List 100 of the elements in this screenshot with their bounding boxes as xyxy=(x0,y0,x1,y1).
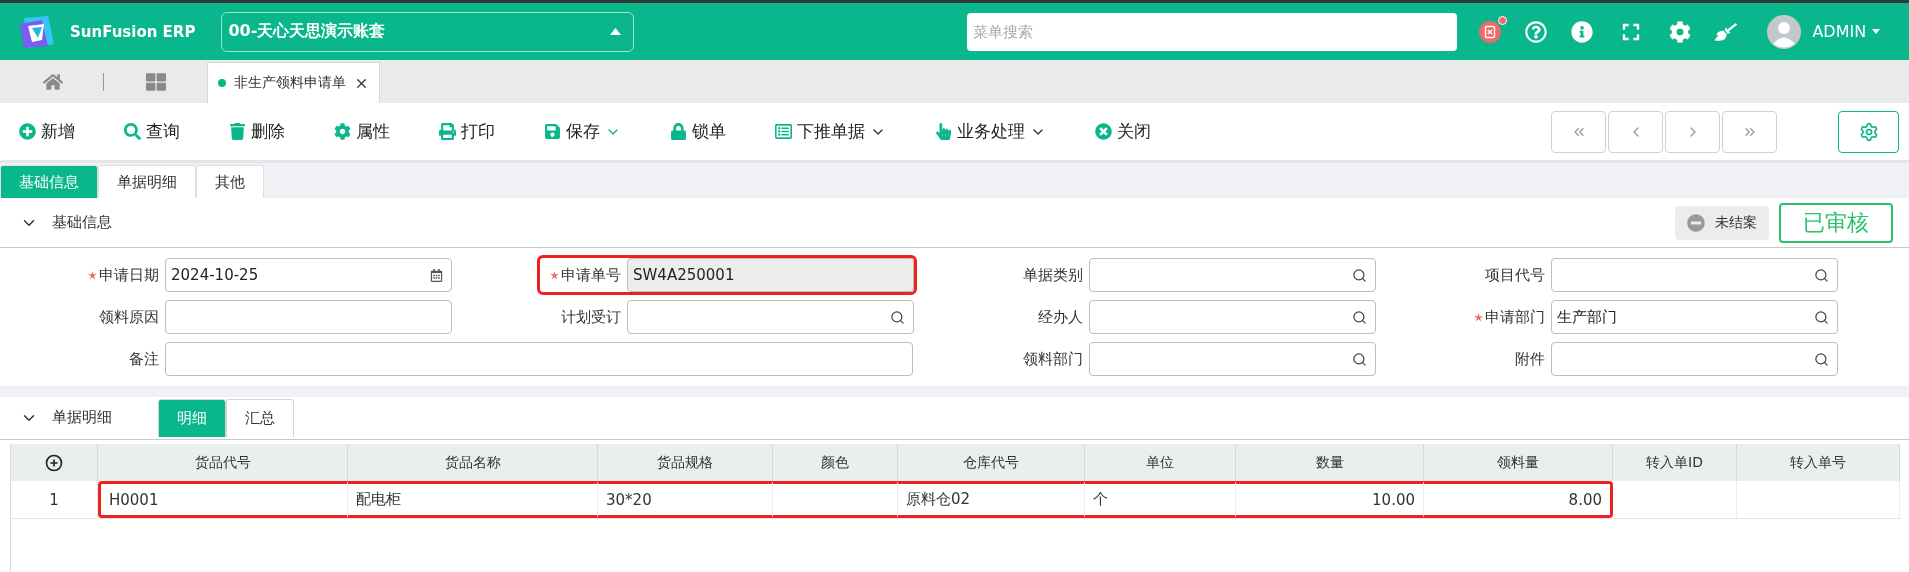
field-label: 领料部门 xyxy=(1023,349,1083,369)
field-label: 申请部门 xyxy=(1485,307,1545,327)
column-header: 货品代号 xyxy=(98,444,348,481)
settings-button[interactable] xyxy=(1838,110,1899,153)
search-icon[interactable] xyxy=(1814,267,1829,283)
toolbar-button[interactable]: 业务处理 xyxy=(935,120,1046,143)
toolbar-button[interactable]: 查询 xyxy=(124,120,180,143)
form-tab[interactable]: 单据明细 xyxy=(98,165,196,198)
search-icon[interactable] xyxy=(1814,351,1829,367)
field-label: 附件 xyxy=(1515,349,1545,369)
home-icon[interactable] xyxy=(43,71,63,92)
toolbar-button[interactable]: 锁单 xyxy=(670,120,726,143)
column-header: 仓库代号 xyxy=(898,444,1085,481)
toolbar-button[interactable]: 关闭 xyxy=(1095,120,1151,143)
trash-icon xyxy=(229,123,246,140)
field-label: 计划受订 xyxy=(561,307,621,327)
table-cell: 原料仓02 xyxy=(898,481,1085,518)
input-field[interactable] xyxy=(1551,258,1838,292)
broom-icon[interactable] xyxy=(1715,20,1738,43)
input-field[interactable] xyxy=(1089,258,1376,292)
table-cell: H0001 xyxy=(98,481,348,518)
field-label: 经办人 xyxy=(1038,307,1083,327)
audit-stamp: 已审核 xyxy=(1779,202,1893,243)
status-dot xyxy=(218,79,226,87)
plus-icon xyxy=(19,123,36,140)
search-icon[interactable] xyxy=(1352,309,1367,325)
next-button[interactable] xyxy=(1665,110,1720,153)
field-label: 领料原因 xyxy=(99,307,159,327)
input-field[interactable] xyxy=(627,300,914,334)
column-header: 转入单ID xyxy=(1613,444,1737,481)
search-icon[interactable] xyxy=(1352,351,1367,367)
input-field[interactable]: 生产部门 xyxy=(1551,300,1838,334)
field-label: 申请日期 xyxy=(99,265,159,285)
avatar-icon[interactable] xyxy=(1767,14,1802,49)
info-icon[interactable] xyxy=(1571,20,1594,43)
tab-label: 非生产领料申请单 xyxy=(234,74,346,92)
toolbar-button[interactable]: 属性 xyxy=(334,120,390,143)
input-field[interactable] xyxy=(1551,342,1838,376)
view-tab[interactable]: 汇总 xyxy=(226,399,294,437)
required-icon xyxy=(88,270,97,280)
first-button[interactable] xyxy=(1551,110,1606,153)
help-icon[interactable] xyxy=(1525,20,1548,43)
search-icon[interactable] xyxy=(890,309,905,325)
search-icon[interactable] xyxy=(1352,267,1367,283)
caret-icon xyxy=(1872,29,1881,34)
list-icon xyxy=(775,123,792,140)
caret-icon xyxy=(610,28,622,35)
input-field[interactable] xyxy=(165,300,452,334)
printer-icon xyxy=(439,123,456,140)
section-title: 基础信息 xyxy=(52,213,112,232)
settings-icon xyxy=(334,123,351,140)
search-icon xyxy=(124,123,141,140)
menu-search-field[interactable]: 菜单搜索 xyxy=(967,12,1458,51)
required-icon xyxy=(550,270,559,280)
settings-icon xyxy=(1858,121,1879,142)
field-label: 单据类别 xyxy=(1023,265,1083,285)
field-label: 项目代号 xyxy=(1485,265,1545,285)
row-number: 1 xyxy=(11,481,98,518)
toolbar-button[interactable]: 下推单据 xyxy=(775,120,886,143)
section-title: 单据明细 xyxy=(52,408,112,427)
search-icon[interactable] xyxy=(1814,309,1829,325)
last-button[interactable] xyxy=(1722,110,1777,153)
column-header: 货品规格 xyxy=(598,444,773,481)
input-field[interactable] xyxy=(1089,342,1376,376)
required-icon xyxy=(1474,312,1483,322)
toolbar-button[interactable]: 新增 xyxy=(19,120,75,143)
input-field[interactable] xyxy=(165,342,913,376)
page-tab[interactable]: 非生产领料申请单 xyxy=(207,62,380,103)
lock-icon xyxy=(670,123,687,140)
app-name: SunFusion ERP xyxy=(70,21,196,42)
previous-button[interactable] xyxy=(1608,110,1663,153)
form-tab[interactable]: 其他 xyxy=(196,165,264,198)
grid-icon[interactable] xyxy=(146,71,166,92)
table-cell: 30*20 xyxy=(598,481,773,518)
field-label: 申请单号 xyxy=(561,265,621,285)
toolbar-button[interactable]: 打印 xyxy=(439,120,495,143)
column-header: 领料量 xyxy=(1424,444,1613,481)
toolbar-button[interactable]: 删除 xyxy=(229,120,285,143)
column-header: 单位 xyxy=(1085,444,1236,481)
clipboard-icon[interactable] xyxy=(1479,20,1502,43)
minus-icon xyxy=(1687,213,1705,232)
column-header: 数量 xyxy=(1236,444,1424,481)
add-row-icon[interactable] xyxy=(45,453,63,472)
settings-icon[interactable] xyxy=(1669,20,1692,43)
close-status-button[interactable]: 未结案 xyxy=(1675,205,1769,240)
column-header: 货品名称 xyxy=(348,444,598,481)
table-cell: 配电柜 xyxy=(348,481,598,518)
table-cell: 8.00 xyxy=(1424,481,1613,518)
logo-icon xyxy=(18,13,56,50)
toolbar-button[interactable]: 保存 xyxy=(544,120,621,143)
table-cell: 个 xyxy=(1085,481,1236,518)
column-header: 转入单号 xyxy=(1737,444,1900,481)
input-field[interactable]: 2024-10-25 xyxy=(165,258,452,292)
hand-icon xyxy=(935,123,952,140)
table-cell: 10.00 xyxy=(1236,481,1424,518)
input-field[interactable] xyxy=(1089,300,1376,334)
calendar-icon[interactable] xyxy=(430,268,443,282)
field-label: 备注 xyxy=(129,349,159,369)
column-header: 颜色 xyxy=(773,444,898,481)
close-icon xyxy=(1095,123,1112,140)
